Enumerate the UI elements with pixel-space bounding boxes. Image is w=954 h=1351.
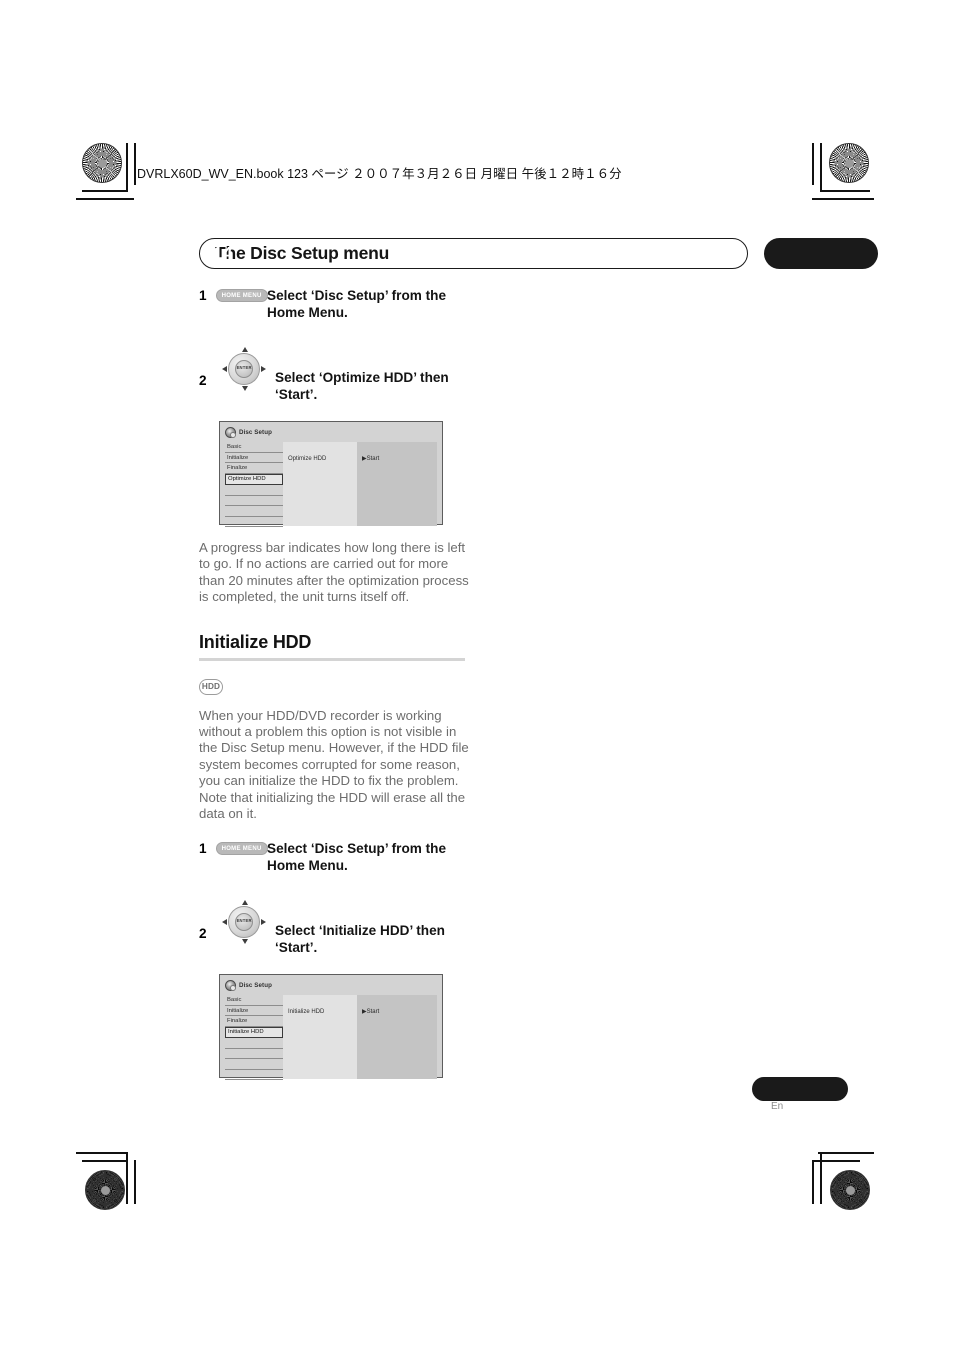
registration-cross-right-lower	[826, 1115, 860, 1149]
osd-right-panel: ▶Start	[357, 995, 437, 1080]
page-number: 123	[11, 3, 36, 19]
page-title: The Disc Setup menu	[215, 243, 390, 263]
registration-starburst-bottom-right	[830, 1170, 870, 1210]
page-number-pill	[752, 1077, 848, 1101]
registration-cross-left-upper	[99, 203, 133, 237]
registration-cross-bottom-center	[459, 1167, 493, 1201]
osd-middle-label: Optimize HDD	[288, 456, 327, 462]
osd-title-text: Disc Setup	[239, 429, 272, 436]
osd-menu-item[interactable]: Finalize	[225, 463, 283, 474]
osd-start-option[interactable]: Start	[367, 456, 380, 462]
osd-menu-item[interactable]: Basic	[225, 995, 283, 1006]
disc-icon	[225, 427, 236, 438]
osd-menu-item-empty	[225, 1070, 283, 1081]
osd-menu-item-selected[interactable]: Optimize HDD	[225, 473, 283, 485]
crop-mark-top-right-v	[820, 143, 822, 191]
osd-menu-item-empty	[225, 1059, 283, 1070]
enter-label: ENTER	[236, 918, 252, 924]
registration-cross-bottom-left	[141, 1166, 175, 1200]
crop-mark-top-left-v2	[134, 143, 136, 185]
osd-menu-item-selected[interactable]: Initialize HDD	[225, 1026, 283, 1039]
osd-menu-item-empty	[225, 517, 283, 527]
osd-menu-item[interactable]: Initialize	[225, 453, 283, 463]
crop-mark-top-left-v	[126, 143, 128, 191]
osd-middle-panel: Initialize HDD	[283, 995, 357, 1080]
language-code: En	[771, 1101, 784, 1112]
osd-screenshot-initialize: Disc Setup Basic Initialize Finalize Ini…	[219, 974, 443, 1081]
optimize-paragraph: A progress bar indicates how long there …	[199, 540, 469, 605]
body-column: 1 HOME MENU Select ‘Disc Setup’ from the…	[199, 288, 474, 1081]
home-menu-button-icon: HOME MENU	[215, 289, 268, 302]
osd-menu-list: Basic Initialize Finalize Optimize HDD	[225, 442, 283, 527]
osd-menu-item[interactable]: Basic	[225, 442, 283, 453]
osd-menu-item-empty	[225, 496, 283, 506]
home-menu-button-icon: HOME MENU	[215, 842, 268, 856]
registration-cross-bottom-right	[774, 1166, 808, 1200]
osd-right-panel: ▶Start	[357, 442, 437, 526]
section-heading-initialize-hdd: Initialize HDD	[199, 631, 312, 652]
crop-mark-top-right-v2	[812, 143, 814, 185]
crop-mark-top-right-h2	[812, 198, 874, 200]
osd-menu-item-empty	[225, 485, 283, 496]
step-number: 1	[199, 841, 207, 857]
crop-mark-top-left-h2	[76, 198, 134, 200]
osd-menu-item[interactable]: Finalize	[225, 1016, 283, 1027]
osd-middle-panel: Optimize HDD	[283, 442, 357, 526]
registration-cross-top-right	[774, 149, 808, 183]
crop-mark-bottom-left-v2	[134, 1160, 136, 1204]
crop-mark-bottom-left-v	[126, 1152, 128, 1204]
crop-mark-bottom-right-h	[818, 1152, 874, 1154]
manual-page: DVRLX60D_WV_EN.book 123 ページ ２００７年３月２６日 月…	[0, 0, 954, 1351]
enter-dpad-icon: ENTER	[221, 347, 266, 391]
osd-menu-list: Basic Initialize Finalize Initialize HDD	[225, 995, 283, 1081]
crop-mark-top-right-h	[820, 190, 870, 192]
page-title-bar: The Disc Setup menu 14	[199, 238, 879, 270]
disc-icon	[225, 980, 236, 992]
step-number: 2	[199, 926, 207, 942]
chapter-number: 14	[213, 243, 233, 263]
registration-starburst-top-left	[82, 143, 122, 183]
registration-starburst-bottom-left	[85, 1170, 125, 1210]
initialize-paragraph: When your HDD/DVD recorder is working wi…	[199, 707, 469, 822]
osd-title-text: Disc Setup	[239, 982, 272, 990]
chapter-pill	[764, 238, 878, 269]
crop-mark-bottom-left-h2	[82, 1160, 128, 1162]
crop-mark-top-left-h	[82, 190, 128, 192]
osd-start-option[interactable]: Start	[367, 1009, 380, 1015]
crop-mark-bottom-right-v	[820, 1152, 822, 1204]
osd-menu-item-empty	[225, 1049, 283, 1060]
enter-label: ENTER	[236, 365, 252, 370]
step-number: 2	[199, 373, 207, 388]
registration-cross-right-middle	[826, 658, 860, 692]
step-number: 1	[199, 288, 207, 303]
osd-menu-item-empty	[225, 506, 283, 517]
book-header-line: DVRLX60D_WV_EN.book 123 ページ ２００７年３月２６日 月…	[137, 167, 622, 181]
enter-dpad-icon: ENTER	[221, 900, 266, 945]
registration-starburst-top-right	[829, 143, 869, 183]
osd-middle-label: Initialize HDD	[288, 1009, 325, 1016]
osd-title-row: Disc Setup	[225, 980, 437, 992]
osd-title-row: Disc Setup	[225, 427, 437, 438]
registration-cross-right-upper	[824, 203, 858, 237]
registration-cross-left-lower	[99, 1115, 133, 1149]
hdd-badge: HDD	[199, 678, 223, 695]
osd-screenshot-optimize: Disc Setup Basic Initialize Finalize Opt…	[219, 421, 443, 527]
registration-cross-left-middle	[98, 658, 132, 692]
crop-mark-bottom-left-h	[76, 1152, 128, 1154]
crop-mark-bottom-right-v2	[812, 1160, 814, 1204]
osd-menu-item[interactable]: Initialize	[225, 1006, 283, 1017]
osd-menu-item-empty	[225, 1038, 283, 1049]
